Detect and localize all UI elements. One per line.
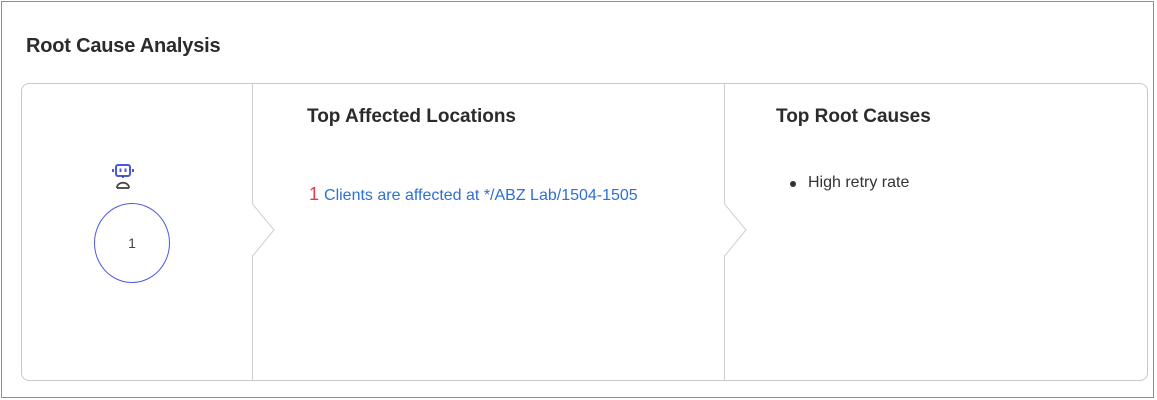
root-causes-title: Top Root Causes xyxy=(776,106,931,127)
affected-locations-column: Top Affected Locations 1 Clients are affe… xyxy=(253,84,725,380)
summary-column: 1 xyxy=(22,84,253,380)
affected-clients-count: 1 xyxy=(309,184,320,204)
analysis-card: 1 Top Affected Locations 1 Clients are af… xyxy=(21,83,1148,381)
root-cause-label: High retry rate xyxy=(808,174,910,191)
affected-location-text: Clients are affected at */ABZ Lab/1504-1… xyxy=(324,187,638,204)
root-causes-column: Top Root Causes High retry rate xyxy=(725,84,1147,380)
robot-icon xyxy=(110,164,136,190)
affected-locations-title: Top Affected Locations xyxy=(307,106,516,127)
panel-title: Root Cause Analysis xyxy=(26,35,221,57)
affected-location-link[interactable]: 1 Clients are affected at */ABZ Lab/1504-… xyxy=(309,184,638,205)
bullet-icon xyxy=(790,181,796,187)
root-cause-panel: Root Cause Analysis 1 Top Affected Locat… xyxy=(1,1,1154,398)
affected-count-circle[interactable]: 1 xyxy=(94,203,170,283)
root-causes-list: High retry rate xyxy=(790,174,909,192)
root-cause-item: High retry rate xyxy=(790,174,909,192)
